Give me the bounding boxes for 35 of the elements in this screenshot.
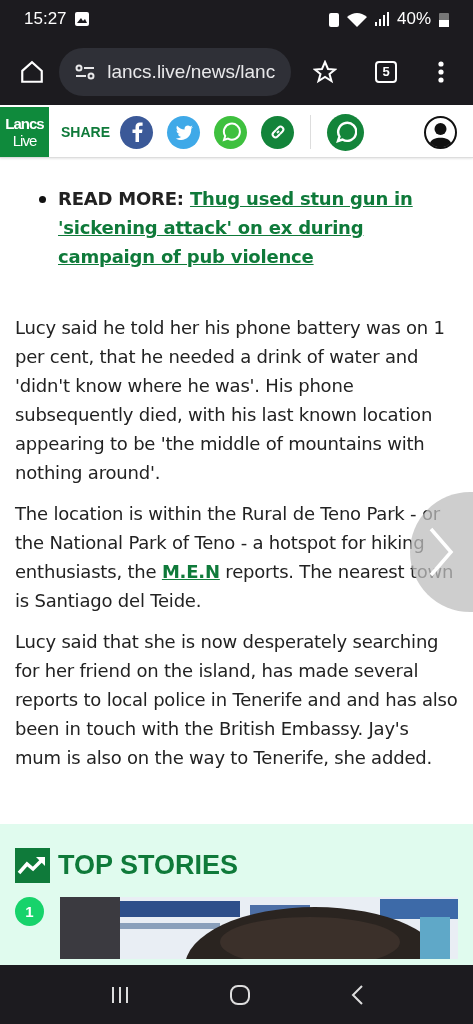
home-nav-button[interactable] <box>229 984 250 1005</box>
section-title: TOP STORIES <box>58 850 239 881</box>
bullet-icon <box>39 196 46 203</box>
comments-button[interactable] <box>327 113 364 151</box>
tab-count-button[interactable]: 5 <box>375 60 398 83</box>
copy-link-button[interactable] <box>261 115 294 149</box>
share-label: SHARE <box>61 124 110 140</box>
article-paragraph: Lucy said he told her his phone battery was on 1 per cent, that he needed a drink of water and 'didn't know where he was'. His phone subsequently died, with his last known location appearing to be 'the middle of mountains with nothing around'. <box>15 316 446 485</box>
bird-icon <box>174 124 193 140</box>
recent-apps-button[interactable] <box>110 985 129 1004</box>
speech-bubble-icon <box>220 122 241 142</box>
site-settings-icon <box>75 63 96 80</box>
twitter-share-button[interactable] <box>167 115 200 149</box>
trending-icon <box>15 848 50 883</box>
back-button[interactable] <box>350 984 363 1005</box>
battery-saver-icon <box>328 11 339 27</box>
clock-time: 15:27 <box>24 9 67 29</box>
rank-badge: 1 <box>15 897 44 926</box>
link-icon <box>268 123 287 141</box>
comment-icon <box>334 121 357 143</box>
image-icon <box>74 12 89 26</box>
site-logo[interactable]: Lancs Live <box>0 107 49 157</box>
account-icon[interactable] <box>424 115 457 149</box>
article-paragraph: Lucy said that she is now desperately searching for her friend on the island, has made several reports to local police in Tenerife and and has also been in touch with the British Embassy. Jay's mum is also on the way to Tenerife, she added. <box>15 630 458 770</box>
signal-icon <box>374 12 389 26</box>
battery-icon <box>439 11 449 27</box>
more-vertical-icon <box>438 60 445 83</box>
url-field[interactable]: lancs.live/news/lanc <box>59 47 292 96</box>
facebook-icon <box>130 122 143 142</box>
battery-percent: 40% <box>396 9 431 29</box>
facebook-share-button[interactable] <box>120 115 153 149</box>
wifi-icon <box>346 11 367 27</box>
source-link[interactable]: M.E.N <box>161 561 220 582</box>
home-icon <box>18 58 45 85</box>
read-more-link[interactable]: READ MORE: Thug used stun gun in 'sickening attack' on ex during campaign of pub violence <box>58 184 458 271</box>
